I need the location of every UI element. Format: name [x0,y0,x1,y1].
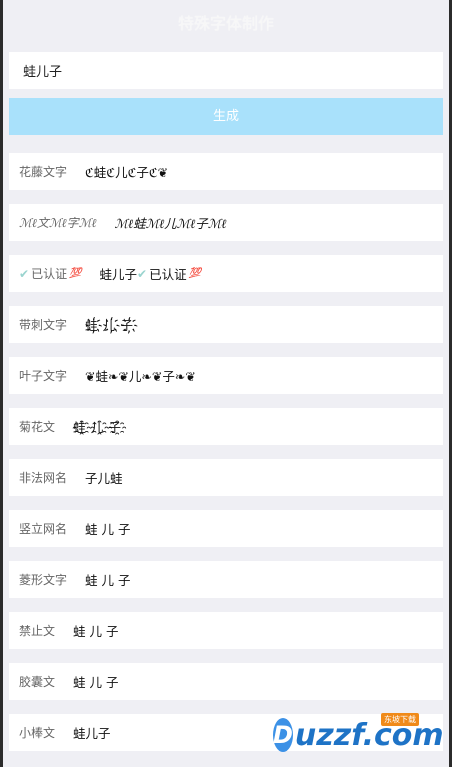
watermark-text: uzzf.com [294,717,444,753]
style-row-capsule[interactable]: 胶囊文 蛙 儿 子 [9,663,443,700]
style-row-verified[interactable]: ✔ 已认证 💯 蛙儿子 ✔ 已认证 💯 [9,255,443,292]
style-row-chrysanthemum[interactable]: 菊花文 蛙҈儿҈子҈ [9,408,443,445]
style-row-forbidden[interactable]: 禁止文 蛙 儿 子 [9,612,443,649]
style-value[interactable]: 子儿蛙 [85,468,123,487]
page-title: 特殊字体制作 [177,14,274,33]
style-label: ℳℓ文ℳℓ字ℳℓ [19,216,97,230]
checkmark-icon: ✔ [19,266,30,281]
style-label: 花藤文字 [19,165,68,179]
style-value[interactable]: 蛙҈儿҈子҈ [73,417,126,436]
style-value[interactable]: 蛙 儿 子 [73,672,118,691]
app-screen: 特殊字体制作 生成 花藤文字 ℭ蛙ℭ儿ℭ子ℭ❦ ℳℓ文ℳℓ字ℳℓ ℳℓ蛙ℳℓ儿ℳ… [3,0,449,767]
style-label: 已认证 [31,267,68,281]
style-value[interactable]: 蛙 儿 子 [85,570,130,589]
site-watermark: D uzzf.com 东坡下载 [273,713,444,757]
style-label: 带刺文字 [19,318,68,332]
style-row-leaf[interactable]: 叶子文字 ❦蛙❧❦儿❧❦子❧❦ [9,357,443,394]
style-label: 菊花文 [19,420,56,434]
style-value[interactable]: ℭ蛙ℭ儿ℭ子ℭ❦ [85,162,168,181]
style-value-suffix[interactable]: 已认证 [149,264,187,283]
style-label: 菱形文字 [19,573,68,587]
hundred-points-icon: 💯 [69,268,82,279]
style-row-ml[interactable]: ℳℓ文ℳℓ字ℳℓ ℳℓ蛙ℳℓ儿ℳℓ子ℳℓ [9,204,443,241]
style-row-diamond[interactable]: 菱形文字 蛙 儿 子 [9,561,443,598]
style-value[interactable]: 蛙҉儿҉子҉ [85,315,138,334]
text-input-row[interactable] [9,52,443,89]
style-value[interactable]: ℳℓ蛙ℳℓ儿ℳℓ子ℳℓ [115,213,227,232]
generate-button[interactable]: 生成 [9,98,443,135]
style-label: 竖立网名 [19,522,68,536]
style-row-thorn[interactable]: 带刺文字 蛙҉儿҉子҉ [9,306,443,343]
checkmark-icon: ✔ [137,266,148,281]
style-value-name[interactable]: 蛙儿子 [100,264,138,283]
style-label: 叶子文字 [19,369,68,383]
style-row-vertical-name[interactable]: 竖立网名 蛙 儿 子 [9,510,443,547]
page-header: 特殊字体制作 [3,0,449,48]
style-label: 非法网名 [19,471,68,485]
style-value[interactable]: 蛙 儿 子 [85,519,130,538]
style-value[interactable]: ❦蛙❧❦儿❧❦子❧❦ [85,366,196,385]
hundred-points-icon: 💯 [188,268,202,279]
style-label: 小棒文 [19,726,56,740]
text-input[interactable] [21,62,443,79]
style-value[interactable]: 蛙 儿 子 [73,621,118,640]
style-value[interactable]: 蛙儿子 [73,723,111,742]
style-row-illegal-name[interactable]: 非法网名 子儿蛙 [9,459,443,496]
style-label: 胶囊文 [19,675,56,689]
watermark-logo-icon: D [273,718,293,752]
style-label: 禁止文 [19,624,56,638]
style-row-vine[interactable]: 花藤文字 ℭ蛙ℭ儿ℭ子ℭ❦ [9,153,443,190]
font-style-list: 花藤文字 ℭ蛙ℭ儿ℭ子ℭ❦ ℳℓ文ℳℓ字ℳℓ ℳℓ蛙ℳℓ儿ℳℓ子ℳℓ ✔ 已认证… [3,153,449,751]
watermark-tag: 东坡下载 [381,713,419,726]
